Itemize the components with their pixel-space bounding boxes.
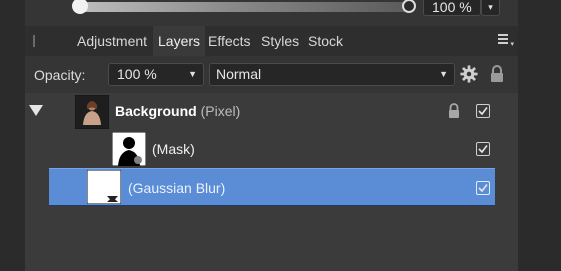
tab-effects[interactable]: Effects [203,26,256,56]
layer-name: (Gaussian Blur) [128,180,226,196]
tab-layers[interactable]: Layers [153,26,206,56]
blur-thumbnail-icon [87,170,121,204]
visibility-checkbox[interactable] [476,104,490,118]
layer-name: Background (Pixel) [115,103,240,119]
layer-row-mask[interactable]: (Mask) [25,131,518,168]
slider-dropdown-button[interactable]: ▾ [481,0,500,16]
left-gutter [0,0,25,271]
blend-mode-dropdown[interactable]: Normal ▼ [209,63,455,86]
opacity-label: Opacity: [34,67,86,83]
visibility-checkbox[interactable] [476,181,490,195]
chevron-down-icon: ▼ [439,69,448,79]
gear-icon[interactable] [460,65,478,83]
layer-row-gaussian-blur[interactable]: (Gaussian Blur) [49,168,495,206]
slider-track[interactable] [81,2,411,12]
right-gutter [518,0,561,271]
slider-percent-field[interactable]: 100 % [423,0,481,16]
opacity-value: 100 % [117,66,157,82]
slider-right-knob[interactable] [402,0,416,13]
chevron-down-icon: ▼ [188,69,197,79]
tab-stock[interactable]: Stock [303,26,348,56]
tab-adjustment[interactable]: Adjustment [72,26,152,56]
layers-panel: 100 % ▾ Adjustment Layers Effects Styles… [25,0,518,271]
layer-name: (Mask) [152,141,195,157]
photo-thumbnail-icon [75,95,109,129]
layers-list: Background (Pixel) (Mask) (Gaussian Blur… [25,93,518,271]
expand-triangle-icon[interactable] [29,105,43,116]
layer-title: Background [115,103,197,119]
tab-styles[interactable]: Styles [256,26,304,56]
opacity-dropdown[interactable]: 100 % ▼ [108,63,204,86]
panel-menu-icon[interactable]: ▾ [498,32,514,50]
opacity-slider-row: 100 % ▾ [25,0,518,22]
blend-mode-value: Normal [216,66,262,82]
visibility-checkbox[interactable] [476,142,490,156]
lock-icon[interactable] [448,103,460,119]
grip-handle-icon[interactable] [33,35,35,47]
mask-thumbnail-icon [112,132,146,166]
opacity-blend-row: Opacity: 100 % ▼ Normal ▼ [25,58,518,92]
layer-type: (Pixel) [200,103,241,119]
panel-tab-bar: Adjustment Layers Effects Styles Stock ▾ [25,26,518,56]
layer-row-background[interactable]: Background (Pixel) [25,93,518,130]
lock-icon[interactable] [490,65,504,83]
